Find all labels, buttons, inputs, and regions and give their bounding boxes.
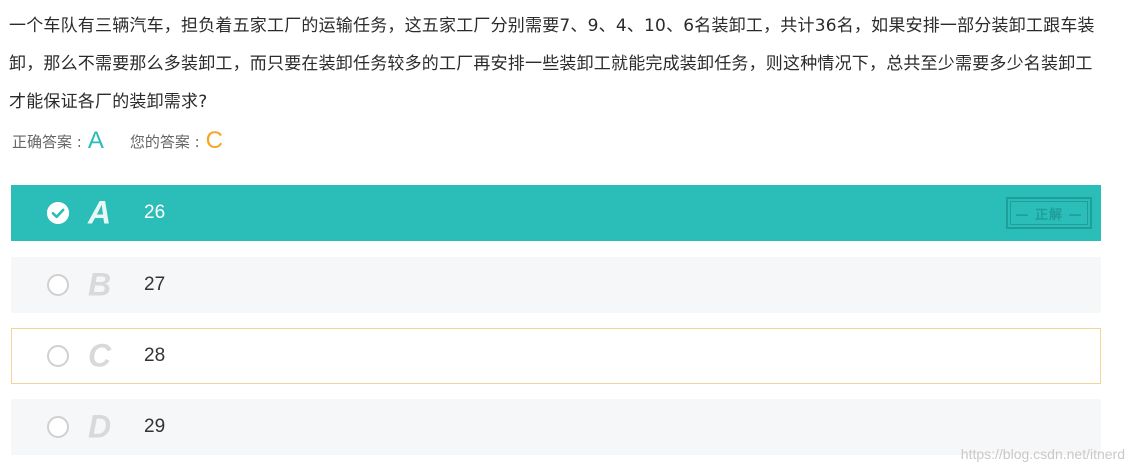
user-answer-value: C	[205, 127, 224, 154]
option-c[interactable]: C 28	[11, 328, 1101, 384]
check-circle-icon	[47, 202, 69, 224]
watermark-text: https://blog.csdn.net/itnerd	[960, 446, 1125, 462]
radio-circle-icon	[47, 345, 69, 367]
answer-summary: 正确答案 : A 您的答案 : C	[12, 126, 223, 156]
quiz-page: 一个车队有三辆汽车，担负着五家工厂的运输任务，这五家工厂分别需要7、9、4、10…	[0, 0, 1133, 466]
question-text: 一个车队有三辆汽车，担负着五家工厂的运输任务，这五家工厂分别需要7、9、4、10…	[9, 16, 1095, 112]
correct-answer-label: 正确答案 :	[12, 132, 82, 151]
option-letter: A	[88, 194, 112, 231]
option-letter: C	[88, 337, 112, 374]
option-letter: B	[88, 266, 112, 303]
option-letter: D	[88, 408, 112, 445]
option-a[interactable]: A 26 — 正解 —	[11, 185, 1101, 241]
stamp-label: — 正解 —	[1010, 201, 1088, 225]
option-b[interactable]: B 27	[11, 257, 1101, 313]
option-text: 28	[144, 345, 166, 366]
radio-circle-icon	[47, 274, 69, 296]
correct-answer-value: A	[87, 127, 104, 154]
option-text: 26	[144, 202, 166, 223]
radio-circle-icon	[47, 416, 69, 438]
option-text: 29	[144, 416, 166, 437]
option-d[interactable]: D 29	[11, 399, 1101, 455]
correct-stamp: — 正解 —	[1006, 197, 1092, 229]
user-answer-label: 您的答案 :	[129, 132, 200, 151]
option-text: 27	[144, 274, 166, 295]
